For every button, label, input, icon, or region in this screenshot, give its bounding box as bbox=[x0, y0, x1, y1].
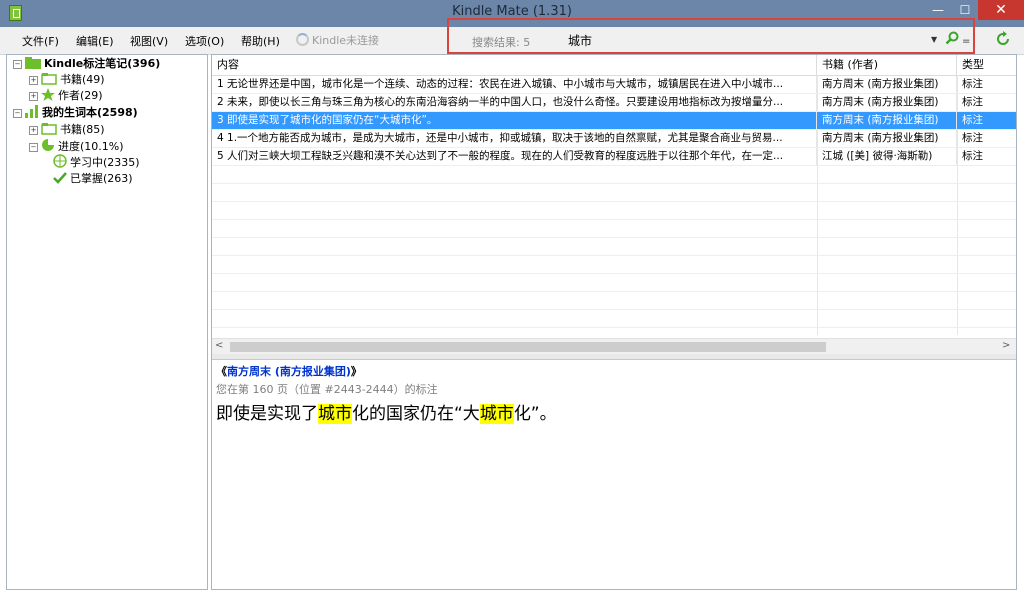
cell-content: 2 未来，即使以长三角与珠三角为核心的东南沿海容纳一半的中国人口，也没什么奇怪。… bbox=[212, 94, 817, 111]
column-header-content[interactable]: 内容 bbox=[212, 55, 817, 75]
empty-row bbox=[212, 166, 1016, 184]
empty-row bbox=[212, 256, 1016, 274]
refresh-icon[interactable] bbox=[995, 31, 1011, 47]
tree-label: 我的生词本(2598) bbox=[42, 106, 138, 119]
close-button[interactable]: ✕ bbox=[978, 0, 1024, 20]
expand-icon[interactable]: + bbox=[29, 126, 38, 135]
tree-label: 书籍(85) bbox=[60, 123, 105, 136]
cell-book: 江城 ([美] 彼得·海斯勒) bbox=[817, 148, 957, 165]
tree-node-vocab-books[interactable]: + 书籍(85) bbox=[29, 122, 105, 138]
search-dropdown-icon[interactable]: ▼ bbox=[931, 35, 937, 44]
menu-view[interactable]: 视图(V) bbox=[130, 33, 168, 49]
search-match: 城市 bbox=[479, 404, 514, 424]
cell-book: 南方周末 (南方报业集团) bbox=[817, 130, 957, 147]
loading-spinner-icon bbox=[296, 33, 309, 46]
search-result-count: 搜索结果: 5 bbox=[472, 36, 531, 49]
search-match: 城市 bbox=[318, 404, 352, 424]
search-input[interactable] bbox=[566, 30, 930, 50]
menu-help[interactable]: 帮助(H) bbox=[241, 33, 280, 49]
cell-type: 标注 bbox=[962, 114, 983, 126]
tree-label: 作者(29) bbox=[58, 89, 103, 102]
menu-options[interactable]: 选项(O) bbox=[185, 33, 224, 49]
cell-content: 1 无论世界还是中国，城市化是一个连续、动态的过程：农民在进入城镇、中小城市与大… bbox=[212, 76, 817, 93]
folder-icon bbox=[25, 57, 41, 69]
empty-row bbox=[212, 292, 1016, 310]
progress-pie-icon bbox=[42, 139, 54, 151]
library-tree: − Kindle标注笔记(396) + 书籍(49) + 作者(29) − 我的生词本(… bbox=[6, 54, 208, 590]
bar-chart-icon bbox=[25, 105, 38, 118]
kindle-connection-status: Kindle未连接 bbox=[296, 32, 379, 48]
tree-node-vocabulary[interactable]: − 我的生词本(2598) bbox=[13, 105, 138, 121]
scroll-left-arrow-icon[interactable]: < bbox=[215, 340, 223, 351]
kindle-status-label: Kindle未连接 bbox=[312, 34, 380, 47]
book-link[interactable]: 南方周末 (南方报业集团) bbox=[227, 365, 351, 378]
tree-label: 书籍(49) bbox=[60, 73, 105, 86]
table-row[interactable]: 2 未来，即使以长三角与珠三角为核心的东南沿海容纳一半的中国人口，也没什么奇怪。… bbox=[212, 94, 1016, 112]
cell-type: 标注 bbox=[962, 132, 983, 144]
cell-type: 标注 bbox=[962, 150, 983, 162]
column-header-type[interactable]: 类型 bbox=[957, 55, 1016, 75]
book-folder-icon bbox=[41, 123, 57, 135]
empty-row bbox=[212, 274, 1016, 292]
detail-location: 您在第 160 页（位置 #2443-2444）的标注 bbox=[216, 383, 438, 396]
detail-highlight-text: 即使是实现了城市化的国家仍在“大城市化”。 bbox=[216, 404, 557, 424]
cell-content: 4 1.一个地方能否成为城市，是成为大城市，还是中小城市，抑或城镇，取决于该地的… bbox=[212, 130, 817, 147]
detail-book-title: 《南方周末 (南方报业集团)》 bbox=[216, 365, 362, 378]
empty-row bbox=[212, 202, 1016, 220]
empty-row bbox=[212, 310, 1016, 328]
book-folder-icon bbox=[41, 73, 57, 85]
empty-row bbox=[212, 238, 1016, 256]
tree-node-mastered[interactable]: 已掌握(263) bbox=[53, 171, 133, 187]
search-icon[interactable] bbox=[945, 31, 959, 45]
cell-content: 5 人们对三峡大坝工程缺乏兴趣和漠不关心达到了不一般的程度。现在的人们受教育的程… bbox=[212, 148, 817, 165]
scrollbar-thumb[interactable] bbox=[230, 342, 826, 352]
empty-row bbox=[212, 184, 1016, 202]
tree-node-kindle-notes[interactable]: − Kindle标注笔记(396) bbox=[13, 56, 160, 72]
checkmark-icon bbox=[53, 172, 67, 184]
tree-node-vocab-progress[interactable]: − 进度(10.1%) bbox=[29, 138, 124, 154]
menu-file[interactable]: 文件(F) bbox=[22, 33, 59, 49]
minimize-button[interactable]: — bbox=[924, 0, 952, 20]
horizontal-scrollbar[interactable]: < > bbox=[212, 338, 1016, 355]
cell-book: 南方周末 (南方报业集团) bbox=[817, 94, 957, 111]
tree-node-notes-books[interactable]: + 书籍(49) bbox=[29, 72, 105, 88]
cell-type: 标注 bbox=[962, 78, 983, 90]
star-icon bbox=[41, 88, 55, 101]
scroll-right-arrow-icon[interactable]: > bbox=[1002, 340, 1010, 351]
tree-label: Kindle标注笔记(396) bbox=[44, 57, 161, 70]
collapse-icon[interactable]: − bbox=[13, 109, 22, 118]
tree-label: 已掌握(263) bbox=[70, 172, 133, 185]
empty-row bbox=[212, 220, 1016, 238]
cell-book: 南方周末 (南方报业集团) bbox=[817, 76, 957, 93]
table-row[interactable]: 1 无论世界还是中国，城市化是一个连续、动态的过程：农民在进入城镇、中小城市与大… bbox=[212, 76, 1016, 94]
results-panel: 内容 书籍 (作者) 类型 1 无论世界还是中国，城市化是一个连续、动态的过程：… bbox=[211, 54, 1017, 590]
table-header: 内容 书籍 (作者) 类型 bbox=[212, 55, 1016, 76]
learning-target-icon bbox=[53, 154, 67, 168]
cell-type: 标注 bbox=[962, 96, 983, 108]
maximize-button[interactable]: ☐ bbox=[952, 0, 978, 20]
pane-splitter[interactable] bbox=[212, 354, 1016, 360]
tree-label: 进度(10.1%) bbox=[58, 140, 124, 153]
collapse-icon[interactable]: − bbox=[29, 143, 38, 152]
expand-icon[interactable]: + bbox=[29, 92, 38, 101]
table-row[interactable]: 5 人们对三峡大坝工程缺乏兴趣和漠不关心达到了不一般的程度。现在的人们受教育的程… bbox=[212, 148, 1016, 166]
menu-edit[interactable]: 编辑(E) bbox=[76, 33, 114, 49]
tree-label: 学习中(2335) bbox=[70, 156, 140, 169]
collapse-icon[interactable]: − bbox=[13, 60, 22, 69]
window-title: Kindle Mate (1.31) bbox=[452, 4, 572, 19]
tree-node-learning[interactable]: 学习中(2335) bbox=[53, 154, 140, 170]
tree-node-notes-authors[interactable]: + 作者(29) bbox=[29, 88, 103, 104]
cell-book: 南方周末 (南方报业集团) bbox=[817, 112, 957, 129]
table-row-selected[interactable]: 3 即使是实现了城市化的国家仍在“大城市化”。 南方周末 (南方报业集团) 标注 bbox=[212, 112, 1016, 130]
expand-icon[interactable]: + bbox=[29, 76, 38, 85]
search-options-icon[interactable]: = bbox=[962, 36, 970, 47]
table-row[interactable]: 4 1.一个地方能否成为城市，是成为大城市，还是中小城市，抑或城镇，取决于该地的… bbox=[212, 130, 1016, 148]
cell-content: 3 即使是实现了城市化的国家仍在“大城市化”。 bbox=[212, 112, 817, 129]
column-header-book[interactable]: 书籍 (作者) bbox=[817, 55, 957, 75]
